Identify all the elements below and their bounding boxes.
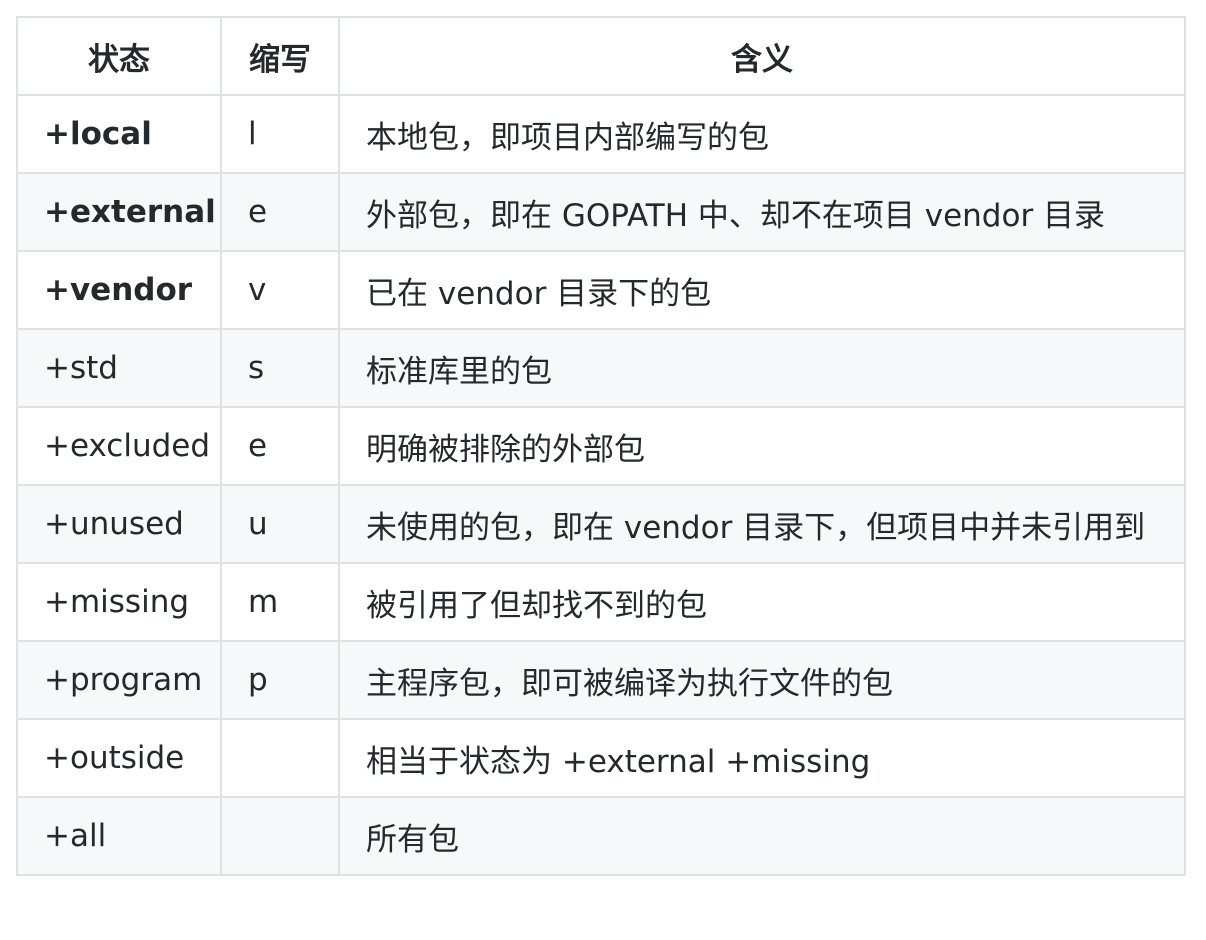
meaning-cell: 本地包，即项目内部编写的包	[338, 94, 1186, 174]
status-cell: +all	[16, 796, 222, 876]
table-body: +local l 本地包，即项目内部编写的包 +external e 外部包，即在 GOP…	[16, 94, 1186, 876]
meaning-cell: 外部包，即在 GOPATH 中、却不在项目 vendor 目录	[338, 172, 1186, 252]
table-header-row: 状态 缩写 含义	[16, 16, 1186, 96]
abbreviation-cell: e	[220, 172, 340, 252]
meaning-cell: 标准库里的包	[338, 328, 1186, 408]
abbreviation-cell: p	[220, 640, 340, 720]
header-meaning: 含义	[338, 16, 1186, 96]
meaning-cell: 主程序包，即可被编译为执行文件的包	[338, 640, 1186, 720]
status-cell: +unused	[16, 484, 222, 564]
meaning-cell: 未使用的包，即在 vendor 目录下，但项目中并未引用到	[338, 484, 1186, 564]
table-row: +all 所有包	[16, 796, 1186, 876]
meaning-cell: 被引用了但却找不到的包	[338, 562, 1186, 642]
abbreviation-cell: m	[220, 562, 340, 642]
abbreviation-cell	[220, 796, 340, 876]
table-row: +program p 主程序包，即可被编译为执行文件的包	[16, 640, 1186, 720]
abbreviation-cell: u	[220, 484, 340, 564]
status-cell: +vendor	[16, 250, 222, 330]
abbreviation-cell: e	[220, 406, 340, 486]
abbreviation-cell: v	[220, 250, 340, 330]
table-row: +unused u 未使用的包，即在 vendor 目录下，但项目中并未引用到	[16, 484, 1186, 564]
table-row: +outside 相当于状态为 +external +missing	[16, 718, 1186, 798]
status-cell: +outside	[16, 718, 222, 798]
meaning-cell: 明确被排除的外部包	[338, 406, 1186, 486]
abbreviation-cell: l	[220, 94, 340, 174]
table-row: +excluded e 明确被排除的外部包	[16, 406, 1186, 486]
table-row: +std s 标准库里的包	[16, 328, 1186, 408]
meaning-cell: 所有包	[338, 796, 1186, 876]
abbreviation-cell	[220, 718, 340, 798]
status-cell: +std	[16, 328, 222, 408]
meaning-cell: 相当于状态为 +external +missing	[338, 718, 1186, 798]
table-row: +vendor v 已在 vendor 目录下的包	[16, 250, 1186, 330]
status-cell: +program	[16, 640, 222, 720]
status-cell: +external	[16, 172, 222, 252]
status-cell: +missing	[16, 562, 222, 642]
table-row: +external e 外部包，即在 GOPATH 中、却不在项目 vendor 目…	[16, 172, 1186, 252]
meaning-cell: 已在 vendor 目录下的包	[338, 250, 1186, 330]
status-table: 状态 缩写 含义 +local l 本地包，即项目内部编写的包 +external e 外…	[16, 16, 1186, 876]
header-status: 状态	[16, 16, 222, 96]
header-abbreviation: 缩写	[220, 16, 340, 96]
status-cell: +excluded	[16, 406, 222, 486]
abbreviation-cell: s	[220, 328, 340, 408]
table-row: +missing m 被引用了但却找不到的包	[16, 562, 1186, 642]
status-cell: +local	[16, 94, 222, 174]
table-row: +local l 本地包，即项目内部编写的包	[16, 94, 1186, 174]
